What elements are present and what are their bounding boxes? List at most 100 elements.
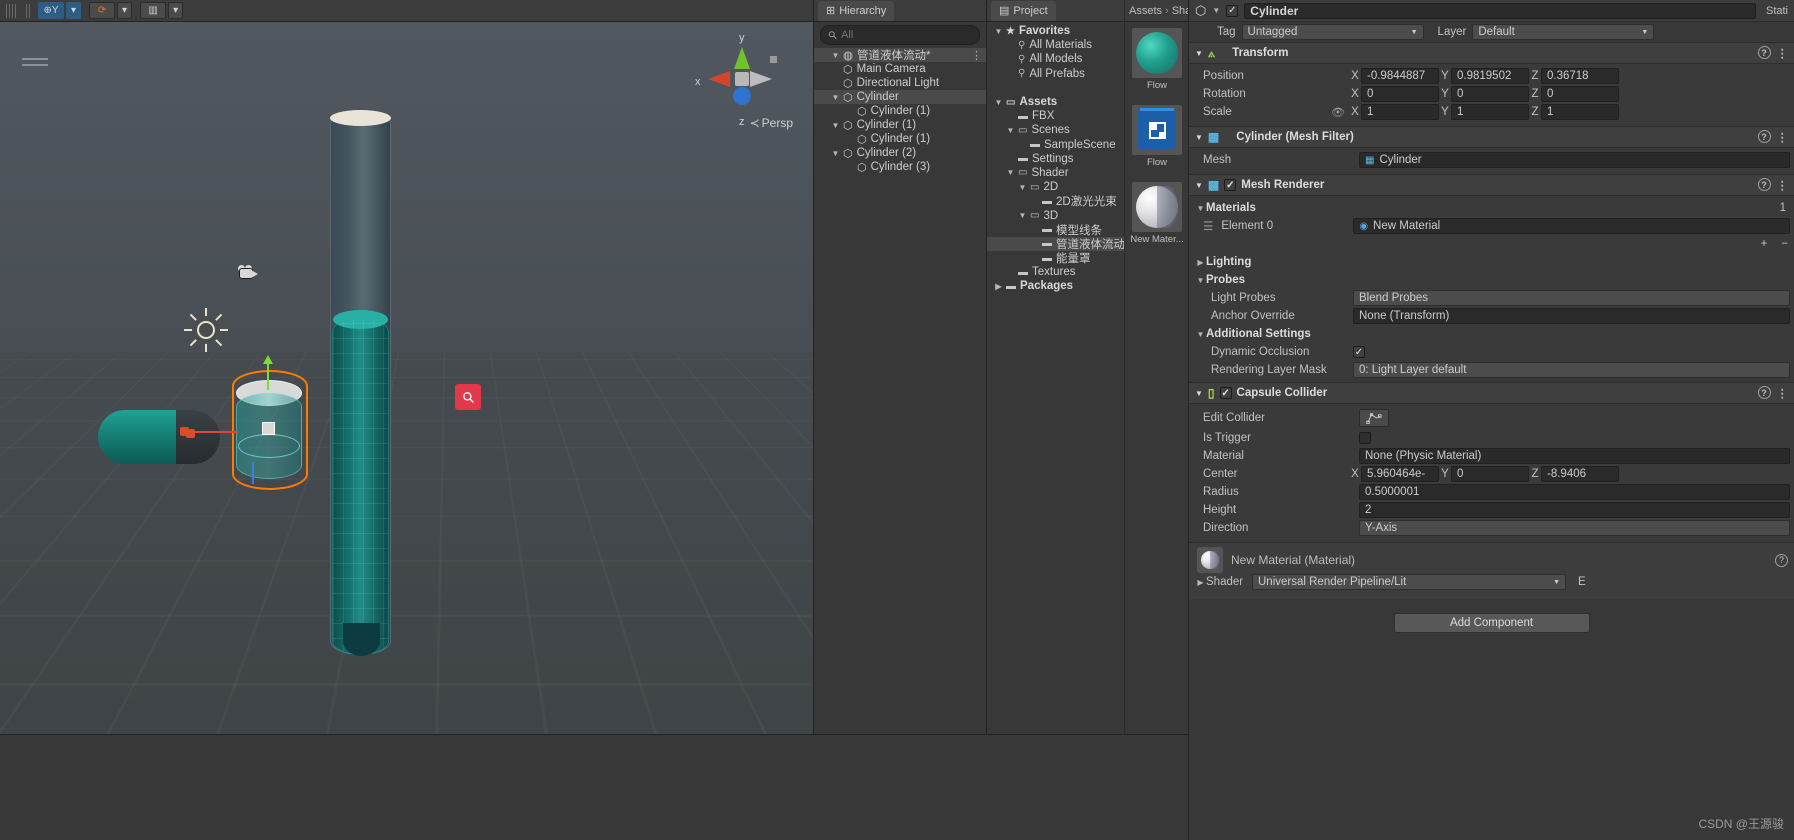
dynamic-occlusion-checkbox[interactable]: ✓ — [1353, 346, 1365, 358]
toolbar-grip[interactable] — [6, 3, 16, 18]
gameobject-name-field[interactable]: Cylinder — [1244, 2, 1756, 19]
chevron-right-icon[interactable]: ▶ — [1195, 258, 1206, 267]
edit-collider-button[interactable] — [1359, 409, 1389, 427]
tag-dropdown[interactable]: Untagged ▼ — [1241, 24, 1424, 40]
gizmo-x-cone[interactable] — [708, 71, 730, 87]
chevron-down-icon[interactable]: ▼ — [1195, 49, 1203, 58]
drag-handle-icon[interactable]: ☰ — [1203, 219, 1213, 233]
tab-project[interactable]: ▤ Project — [991, 0, 1056, 21]
rendering-layer-mask-dropdown[interactable]: 0: Light Layer default — [1353, 362, 1790, 378]
hierarchy-item-cylinder-1[interactable]: ▼⬡Cylinder (1) — [814, 132, 986, 146]
add-component-button[interactable]: Add Component — [1393, 613, 1590, 633]
scale-y-field[interactable]: 1 — [1451, 104, 1529, 120]
hierarchy-item-cylinder-2[interactable]: ▼ ⬡ Cylinder (2) — [814, 146, 986, 160]
chevron-down-icon[interactable]: ▼ — [993, 98, 1004, 107]
scene-view[interactable]: y x z ≺ Persp — [0, 22, 813, 734]
rotation-x-field[interactable]: 0 — [1361, 86, 1439, 102]
chevron-down-icon[interactable]: ▼ — [830, 93, 841, 102]
shader-dropdown[interactable]: Universal Render Pipeline/Lit ▼ — [1252, 574, 1566, 590]
material-object-field[interactable]: ◉ New Material — [1353, 218, 1790, 234]
gizmo-persp-toggle[interactable] — [770, 56, 777, 63]
height-field[interactable]: 2 — [1359, 502, 1790, 518]
light-probes-dropdown[interactable]: Blend Probes — [1353, 290, 1790, 306]
component-menu-icon[interactable]: ⋮ — [1777, 386, 1789, 400]
chevron-down-icon[interactable]: ▼ — [1195, 181, 1203, 190]
toolbar-grip-2[interactable] — [26, 3, 30, 18]
layers-button[interactable]: ▥ — [140, 2, 167, 19]
move-gizmo-z-axis[interactable] — [252, 462, 254, 484]
additional-settings-foldout-row[interactable]: ▼ Additional Settings — [1189, 325, 1794, 343]
link-broken-icon[interactable]: 👁 — [1331, 106, 1349, 119]
component-header-transform[interactable]: ▼ ⟑ Transform ? ⋮ — [1189, 42, 1794, 64]
tab-hierarchy[interactable]: ⊞ Hierarchy — [818, 0, 895, 21]
chevron-down-icon[interactable]: ▼ — [1005, 126, 1016, 135]
remove-material-button[interactable]: − — [1781, 238, 1788, 250]
hierarchy-item-cylinder-1[interactable]: ▼⬡Cylinder (1) — [814, 118, 986, 132]
help-icon[interactable]: ? — [1757, 130, 1771, 143]
gameobject-enabled-checkbox[interactable]: ✓ — [1226, 4, 1239, 17]
hierarchy-item-cylinder[interactable]: ▼ ⬡ Cylinder — [814, 90, 986, 104]
lighting-foldout-row[interactable]: ▶ Lighting — [1189, 253, 1794, 271]
chevron-down-icon[interactable]: ▼ — [830, 149, 841, 158]
hierarchy-item-cylinder-1[interactable]: ▼⬡Cylinder (1) — [814, 104, 986, 118]
position-x-field[interactable]: -0.9844887 — [1361, 68, 1439, 84]
anchor-override-field[interactable]: None (Transform) — [1353, 308, 1790, 324]
mesh-renderer-enabled-checkbox[interactable]: ✓ — [1224, 179, 1237, 191]
move-gizmo-x-axis[interactable] — [186, 431, 238, 433]
scene-view-gizmo[interactable]: y x z — [695, 32, 791, 128]
gizmo-y-cone[interactable] — [734, 47, 750, 69]
gizmo-center-cube[interactable] — [735, 72, 749, 86]
help-icon[interactable]: ? — [1757, 46, 1771, 59]
collab-chevron-icon[interactable]: ▾ — [117, 2, 133, 19]
scale-z-field[interactable]: 1 — [1541, 104, 1619, 120]
chevron-down-icon[interactable]: ▼ — [1195, 276, 1206, 285]
chevron-down-icon[interactable]: ▼ — [830, 51, 841, 60]
layer-dropdown[interactable]: Default ▼ — [1472, 24, 1655, 40]
chevron-down-icon[interactable]: ▼ — [1195, 330, 1206, 339]
component-header-capsule-collider[interactable]: ▼ ▯ ✓ Capsule Collider ? ⋮ — [1189, 382, 1794, 404]
collider-material-field[interactable]: None (Physic Material) — [1359, 448, 1790, 464]
chevron-down-icon[interactable]: ▼ — [1195, 389, 1203, 398]
scene-search-badge[interactable] — [455, 384, 481, 410]
component-menu-icon[interactable]: ⋮ — [1777, 130, 1789, 144]
center-y-field[interactable]: 0 — [1451, 466, 1529, 482]
chevron-down-icon[interactable]: ▼ — [1005, 168, 1016, 177]
component-menu-icon[interactable]: ⋮ — [1777, 46, 1789, 60]
chevron-down-icon[interactable]: ▼ — [1017, 183, 1028, 192]
hierarchy-item-cylinder-3[interactable]: ▼⬡Cylinder (3) — [814, 160, 986, 174]
help-icon[interactable]: ? — [1757, 386, 1771, 399]
center-z-field[interactable]: -8.9406 — [1541, 466, 1619, 482]
chevron-right-icon[interactable]: ▶ — [1195, 578, 1206, 587]
main-camera-icon[interactable] — [236, 265, 260, 283]
mesh-object-field[interactable]: ▦ Cylinder — [1359, 152, 1790, 168]
asset-item[interactable]: Flow — [1125, 105, 1189, 168]
component-header-mesh-filter[interactable]: ▼ ▦ Cylinder (Mesh Filter) ? ⋮ — [1189, 126, 1794, 148]
radius-field[interactable]: 0.5000001 — [1359, 484, 1790, 500]
position-z-field[interactable]: 0.36718 — [1541, 68, 1619, 84]
scene-view-options-icon[interactable] — [22, 58, 48, 70]
chevron-down-icon[interactable]: ▼ — [993, 27, 1004, 36]
asset-item[interactable]: Flow — [1125, 28, 1189, 91]
edit-shader-button[interactable]: E — [1578, 576, 1586, 588]
hierarchy-item-directional-light[interactable]: ▼⬡Directional Light — [814, 76, 986, 90]
gizmo-z-ball[interactable] — [733, 87, 751, 105]
probes-foldout-row[interactable]: ▼ Probes — [1189, 271, 1794, 289]
help-icon[interactable]: ? — [1775, 553, 1788, 567]
scale-x-field[interactable]: 1 — [1361, 104, 1439, 120]
hierarchy-search-input[interactable] — [841, 29, 972, 41]
direction-dropdown[interactable]: Y-Axis — [1359, 520, 1790, 536]
capsule-collider-enabled-checkbox[interactable]: ✓ — [1219, 387, 1232, 399]
move-gizmo-x-handle[interactable] — [180, 427, 189, 436]
chevron-down-icon[interactable]: ▼ — [1017, 211, 1028, 220]
hierarchy-item-main-camera[interactable]: ▼⬡Main Camera — [814, 62, 986, 76]
rotation-z-field[interactable]: 0 — [1541, 86, 1619, 102]
help-icon[interactable]: ? — [1757, 178, 1771, 191]
projection-mode-label[interactable]: ≺ Persp — [750, 116, 793, 130]
account-dropdown-button[interactable]: ⊕Y — [38, 2, 64, 19]
materials-foldout-row[interactable]: ▼ Materials 1 — [1189, 199, 1794, 217]
hierarchy-search[interactable] — [820, 25, 980, 45]
chevron-down-icon[interactable]: ▼ — [1195, 133, 1203, 142]
move-gizmo-center-handle[interactable] — [262, 422, 275, 435]
component-menu-icon[interactable]: ⋮ — [1777, 178, 1789, 192]
hierarchy-context-menu-icon[interactable]: ⋮ — [971, 49, 982, 62]
